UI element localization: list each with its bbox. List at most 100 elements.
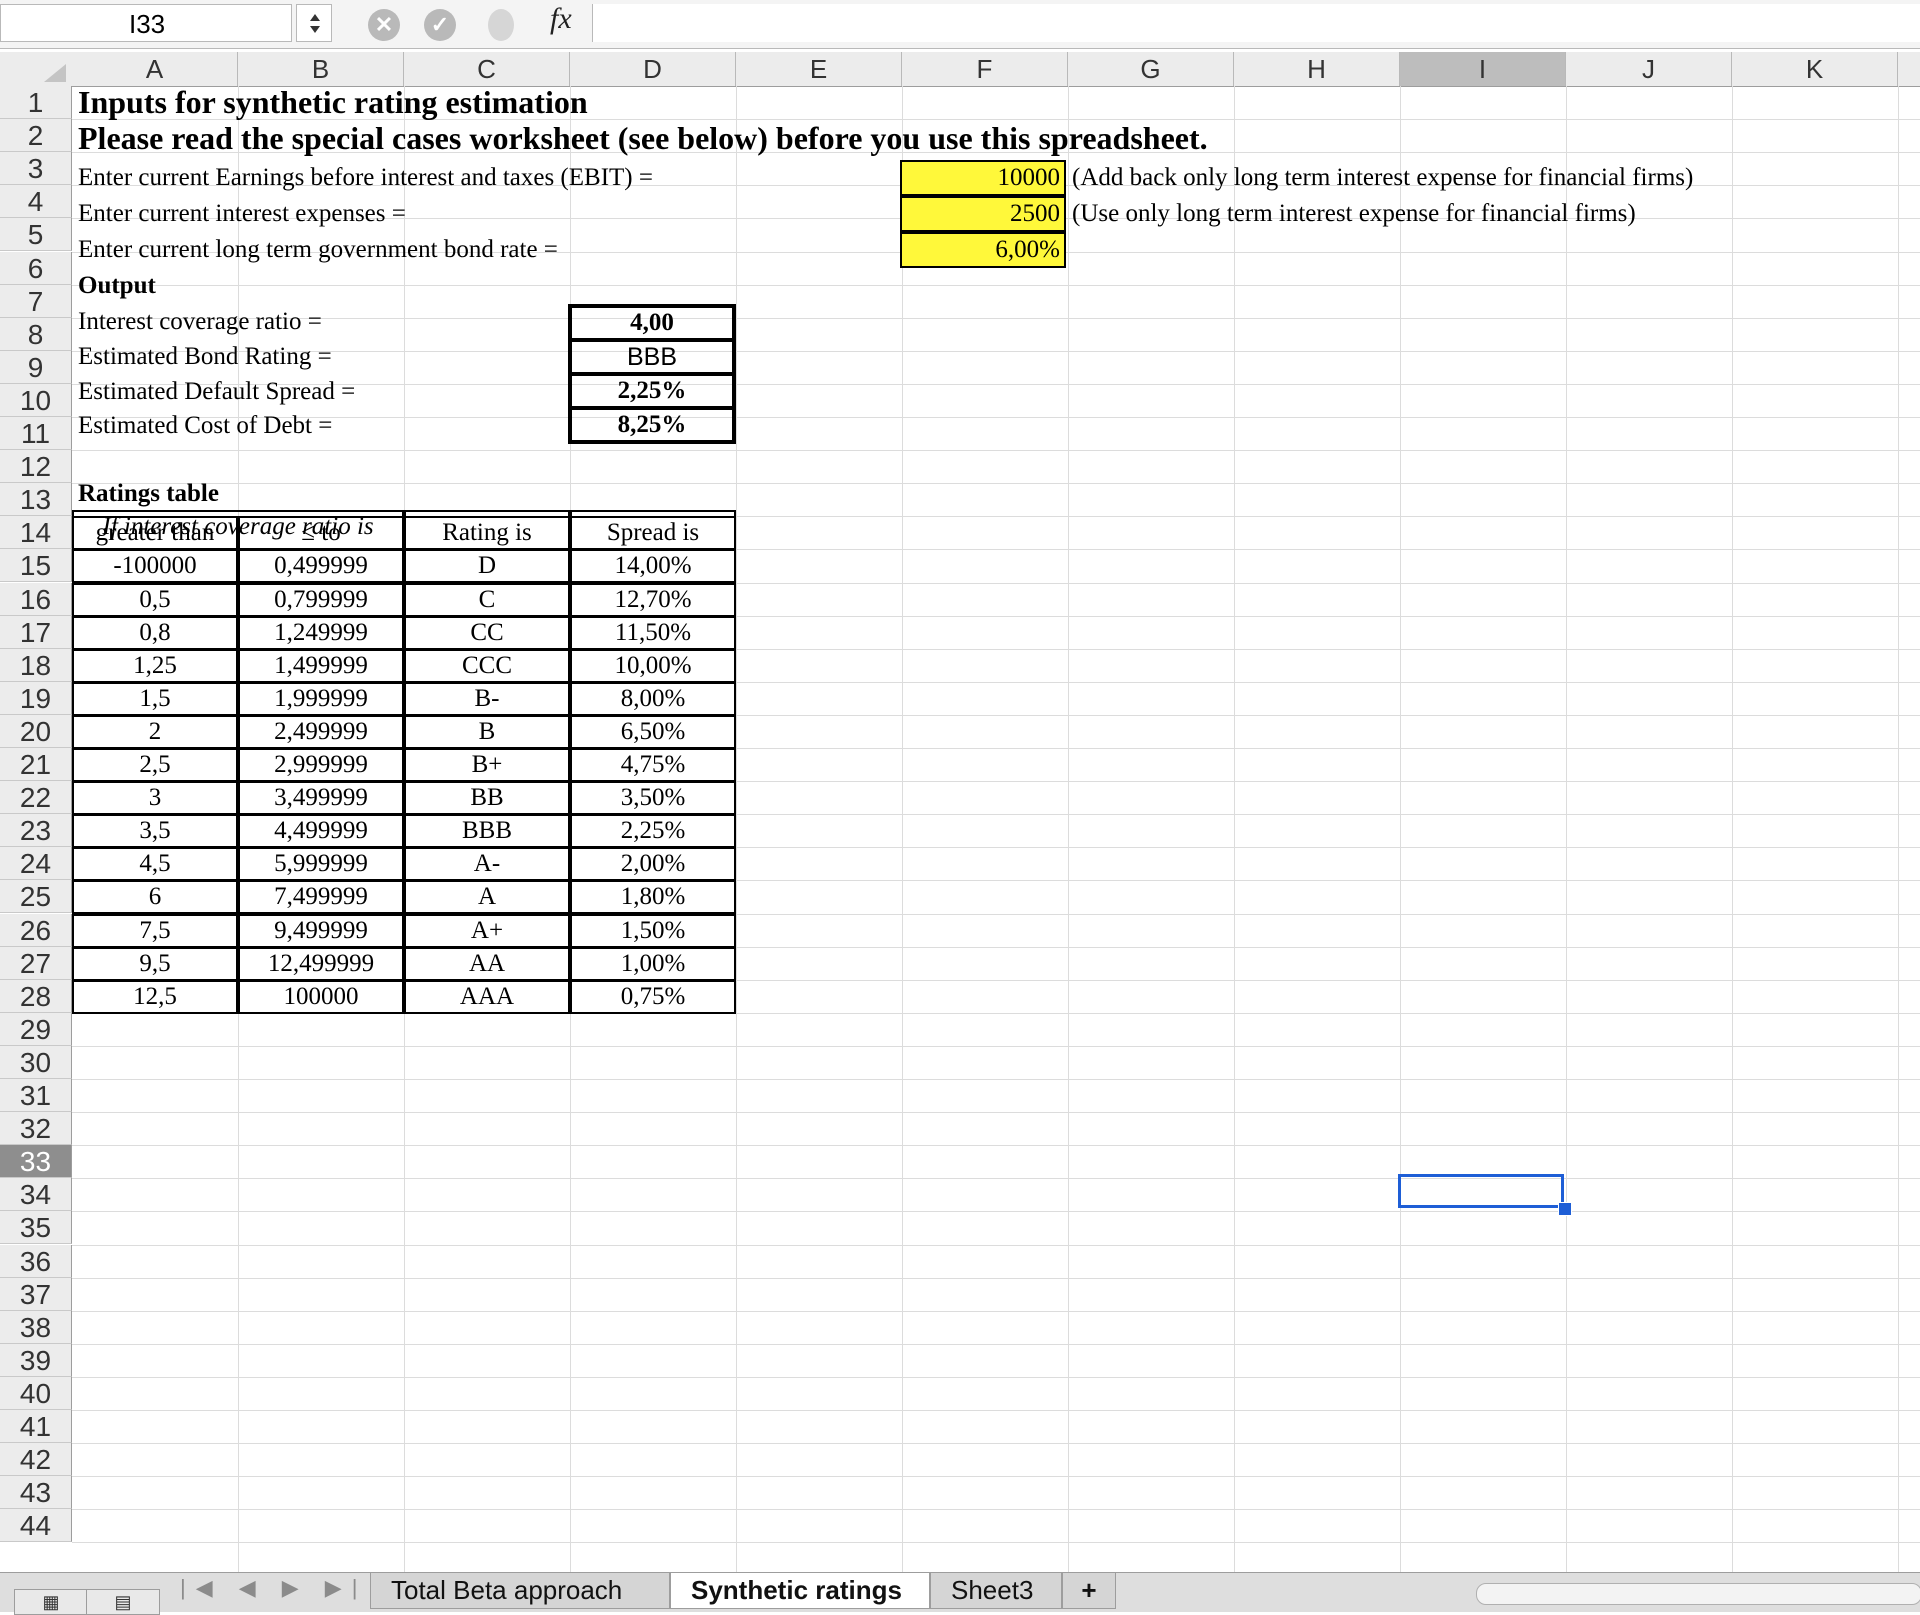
ratings-table-cell[interactable]: D bbox=[404, 549, 570, 584]
column-header-e[interactable]: E bbox=[736, 52, 902, 86]
fill-handle[interactable] bbox=[1558, 1202, 1572, 1216]
ratings-table-cell[interactable]: A+ bbox=[404, 913, 570, 948]
ratings-table-cell[interactable]: B- bbox=[404, 681, 570, 716]
ratings-table-cell[interactable]: -100000 bbox=[72, 549, 238, 584]
ratings-table-cell[interactable]: 0,5 bbox=[72, 582, 238, 617]
row-header-31[interactable]: 31 bbox=[0, 1079, 72, 1113]
ratings-table-cell[interactable]: 9,5 bbox=[72, 946, 238, 981]
ratings-table-cell[interactable]: 2,00% bbox=[570, 847, 736, 882]
column-header-d[interactable]: D bbox=[570, 52, 736, 86]
row-header-4[interactable]: 4 bbox=[0, 185, 72, 219]
row-header-2[interactable]: 2 bbox=[0, 119, 72, 153]
formula-input[interactable] bbox=[592, 4, 1920, 42]
sheet-nav-arrows[interactable]: |◀ ◀ ▶ ▶| bbox=[180, 1575, 367, 1601]
select-all-corner[interactable] bbox=[0, 52, 72, 86]
ratings-table-cell[interactable]: 2 bbox=[72, 714, 238, 749]
row-header-27[interactable]: 27 bbox=[0, 946, 72, 980]
ratings-table-cell[interactable]: BB bbox=[404, 781, 570, 816]
horizontal-scrollbar[interactable] bbox=[1476, 1583, 1920, 1605]
ratings-table-cell[interactable]: 6,50% bbox=[570, 714, 736, 749]
row-header-1[interactable]: 1 bbox=[0, 86, 72, 120]
ratings-table-cell[interactable]: 100000 bbox=[238, 979, 404, 1014]
row-header-32[interactable]: 32 bbox=[0, 1112, 72, 1146]
ratings-table-cell[interactable]: 7,5 bbox=[72, 913, 238, 948]
row-header-28[interactable]: 28 bbox=[0, 979, 72, 1013]
ratings-table-cell[interactable]: 12,70% bbox=[570, 582, 736, 617]
row-header-14[interactable]: 14 bbox=[0, 516, 72, 550]
row-header-6[interactable]: 6 bbox=[0, 251, 72, 285]
row-header-3[interactable]: 3 bbox=[0, 152, 72, 186]
ratings-table-cell[interactable]: AAA bbox=[404, 979, 570, 1014]
row-header-43[interactable]: 43 bbox=[0, 1476, 72, 1510]
column-header-i[interactable]: I bbox=[1400, 52, 1566, 86]
selected-cell-i33[interactable] bbox=[1398, 1174, 1564, 1208]
ratings-table-cell[interactable]: 3,5 bbox=[72, 814, 238, 849]
row-header-16[interactable]: 16 bbox=[0, 582, 72, 616]
ratings-table-cell[interactable]: B bbox=[404, 714, 570, 749]
worksheet-grid[interactable]: Inputs for synthetic rating estimation P… bbox=[72, 84, 1920, 1572]
ratings-table-cell[interactable]: CCC bbox=[404, 648, 570, 683]
ratings-table-cell[interactable]: 0,799999 bbox=[238, 582, 404, 617]
column-header-k[interactable]: K bbox=[1732, 52, 1898, 86]
input-bond-rate[interactable]: 6,00% bbox=[900, 232, 1066, 268]
ratings-table-cell[interactable]: 1,80% bbox=[570, 880, 736, 915]
ratings-table-cell[interactable]: 14,00% bbox=[570, 549, 736, 584]
column-header-b[interactable]: B bbox=[238, 52, 404, 86]
ratings-table-cell[interactable]: 2,499999 bbox=[238, 714, 404, 749]
column-header-h[interactable]: H bbox=[1234, 52, 1400, 86]
row-header-17[interactable]: 17 bbox=[0, 615, 72, 649]
ratings-table-cell[interactable]: 0,75% bbox=[570, 979, 736, 1014]
row-header-7[interactable]: 7 bbox=[0, 284, 72, 318]
ratings-table-cell[interactable]: 10,00% bbox=[570, 648, 736, 683]
ratings-table-cell[interactable]: 2,5 bbox=[72, 748, 238, 783]
ratings-table-cell[interactable]: 5,999999 bbox=[238, 847, 404, 882]
row-header-41[interactable]: 41 bbox=[0, 1410, 72, 1444]
ratings-table-cell[interactable]: 12,5 bbox=[72, 979, 238, 1014]
row-header-35[interactable]: 35 bbox=[0, 1211, 72, 1245]
ratings-table-cell[interactable]: CC bbox=[404, 615, 570, 650]
ratings-table-cell[interactable]: 3 bbox=[72, 781, 238, 816]
row-header-36[interactable]: 36 bbox=[0, 1244, 72, 1278]
cancel-icon[interactable]: ✕ bbox=[368, 9, 400, 41]
input-ebit[interactable]: 10000 bbox=[900, 160, 1066, 196]
row-header-5[interactable]: 5 bbox=[0, 218, 72, 252]
row-header-42[interactable]: 42 bbox=[0, 1443, 72, 1477]
ratings-table-cell[interactable]: 0,499999 bbox=[238, 549, 404, 584]
tab-sheet3[interactable]: Sheet3 bbox=[930, 1573, 1062, 1609]
ratings-table-cell[interactable]: C bbox=[404, 582, 570, 617]
row-header-15[interactable]: 15 bbox=[0, 549, 72, 583]
row-header-24[interactable]: 24 bbox=[0, 847, 72, 881]
page-layout-view-icon[interactable]: ▤ bbox=[86, 1589, 160, 1615]
ratings-table-cell[interactable]: 4,499999 bbox=[238, 814, 404, 849]
ratings-table-cell[interactable]: B+ bbox=[404, 748, 570, 783]
row-header-33[interactable]: 33 bbox=[0, 1145, 72, 1179]
row-header-18[interactable]: 18 bbox=[0, 648, 72, 682]
row-header-13[interactable]: 13 bbox=[0, 483, 72, 517]
row-header-39[interactable]: 39 bbox=[0, 1343, 72, 1377]
ratings-table-cell[interactable]: 12,499999 bbox=[238, 946, 404, 981]
ratings-table-cell[interactable]: 1,50% bbox=[570, 913, 736, 948]
ratings-table-cell[interactable]: 8,00% bbox=[570, 681, 736, 716]
row-header-44[interactable]: 44 bbox=[0, 1509, 72, 1543]
input-interest-expense[interactable]: 2500 bbox=[900, 196, 1066, 232]
row-header-34[interactable]: 34 bbox=[0, 1178, 72, 1212]
column-header-f[interactable]: F bbox=[902, 52, 1068, 86]
row-header-19[interactable]: 19 bbox=[0, 681, 72, 715]
normal-view-icon[interactable]: ▦ bbox=[14, 1589, 88, 1615]
row-header-26[interactable]: 26 bbox=[0, 913, 72, 947]
column-header-g[interactable]: G bbox=[1068, 52, 1234, 86]
function-wizard-icon[interactable] bbox=[488, 9, 514, 41]
row-header-37[interactable]: 37 bbox=[0, 1277, 72, 1311]
ratings-table-cell[interactable]: AA bbox=[404, 946, 570, 981]
row-header-21[interactable]: 21 bbox=[0, 748, 72, 782]
ratings-table-cell[interactable]: 1,00% bbox=[570, 946, 736, 981]
column-header-a[interactable]: A bbox=[72, 52, 238, 86]
ratings-table-cell[interactable]: 11,50% bbox=[570, 615, 736, 650]
ratings-table-cell[interactable]: 1,25 bbox=[72, 648, 238, 683]
column-header-j[interactable]: J bbox=[1566, 52, 1732, 86]
name-box[interactable]: I33 bbox=[0, 4, 292, 42]
row-header-10[interactable]: 10 bbox=[0, 383, 72, 417]
fx-icon[interactable]: fx bbox=[550, 2, 572, 36]
ratings-table-cell[interactable]: 7,499999 bbox=[238, 880, 404, 915]
output-bond-rating[interactable]: BBB bbox=[568, 338, 736, 376]
